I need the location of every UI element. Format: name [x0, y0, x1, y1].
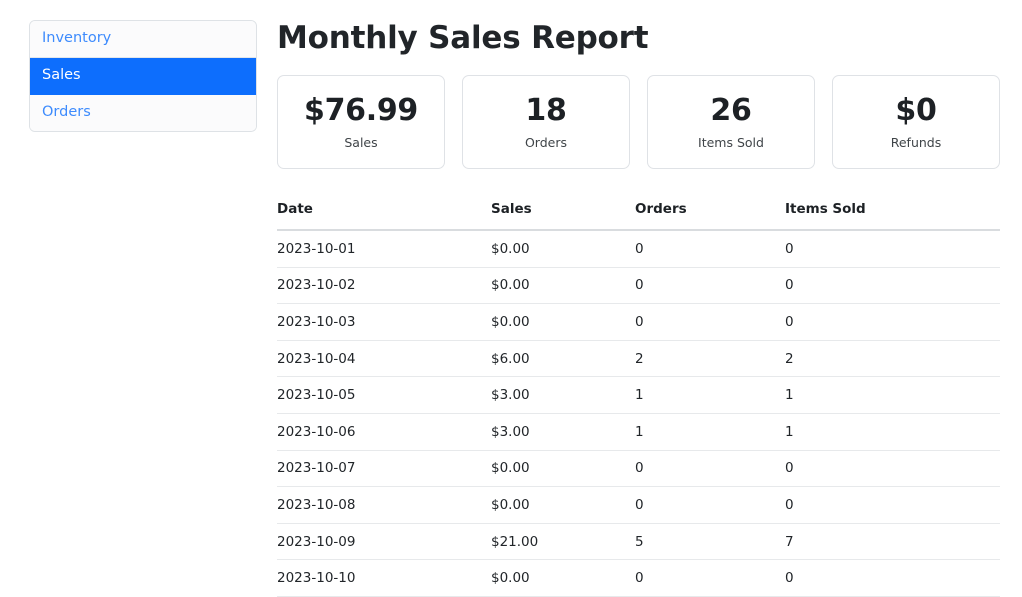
- table-cell: $3.00: [491, 377, 635, 414]
- table-cell: $0.00: [491, 267, 635, 304]
- table-cell: 0: [635, 560, 785, 597]
- table-row: 2023-10-07$0.0000: [277, 450, 1000, 487]
- table-row: 2023-10-02$0.0000: [277, 267, 1000, 304]
- table-cell: 0: [785, 304, 1000, 341]
- table-row: 2023-10-06$3.0011: [277, 413, 1000, 450]
- stat-card: $0 Refunds: [832, 75, 1000, 169]
- sales-table-section: DateSalesOrdersItems Sold 2023-10-01$0.0…: [277, 194, 1000, 597]
- table-cell: 0: [635, 304, 785, 341]
- stat-card: 26 Items Sold: [647, 75, 815, 169]
- table-row: 2023-10-04$6.0022: [277, 340, 1000, 377]
- sidebar-nav: InventorySalesOrders: [29, 20, 257, 132]
- table-cell: 1: [635, 413, 785, 450]
- table-cell: $0.00: [491, 304, 635, 341]
- table-cell: 2: [635, 340, 785, 377]
- stat-card-label: Sales: [344, 135, 377, 150]
- sidebar-list-group: InventorySalesOrders: [29, 20, 257, 132]
- table-cell: 0: [785, 450, 1000, 487]
- table-cell: 0: [635, 267, 785, 304]
- table-cell: $0.00: [491, 560, 635, 597]
- table-row: 2023-10-03$0.0000: [277, 304, 1000, 341]
- table-body: 2023-10-01$0.00002023-10-02$0.00002023-1…: [277, 230, 1000, 596]
- table-cell: 0: [635, 487, 785, 524]
- table-cell: 0: [635, 450, 785, 487]
- column-header: Date: [277, 194, 491, 230]
- stat-card: 18 Orders: [462, 75, 630, 169]
- table-cell: 2023-10-04: [277, 340, 491, 377]
- page-title: Monthly Sales Report: [277, 0, 1000, 58]
- table-cell: 2023-10-06: [277, 413, 491, 450]
- sales-dashboard-page: InventorySalesOrders Monthly Sales Repor…: [0, 0, 1022, 579]
- table-cell: $3.00: [491, 413, 635, 450]
- table-cell: 0: [785, 267, 1000, 304]
- table-cell: 0: [785, 230, 1000, 267]
- stat-card-label: Refunds: [891, 135, 942, 150]
- sidebar-item-orders[interactable]: Orders: [30, 95, 256, 131]
- column-header: Orders: [635, 194, 785, 230]
- stat-card-value: 18: [525, 94, 566, 128]
- table-cell: $6.00: [491, 340, 635, 377]
- column-header: Items Sold: [785, 194, 1000, 230]
- sidebar-item-sales[interactable]: Sales: [30, 58, 256, 95]
- table-cell: $0.00: [491, 487, 635, 524]
- table-row: 2023-10-09$21.0057: [277, 523, 1000, 560]
- table-cell: 7: [785, 523, 1000, 560]
- table-cell: 1: [785, 413, 1000, 450]
- table-cell: 1: [785, 377, 1000, 414]
- table-cell: 5: [635, 523, 785, 560]
- stat-cards: $76.99 Sales 18 Orders 26 Items Sold $0 Refunds: [277, 75, 1000, 169]
- table-cell: 2023-10-05: [277, 377, 491, 414]
- table-cell: 0: [635, 230, 785, 267]
- table-cell: 2: [785, 340, 1000, 377]
- stat-card-value: $76.99: [304, 94, 418, 128]
- stat-card-label: Orders: [525, 135, 567, 150]
- table-cell: 0: [785, 487, 1000, 524]
- stat-card-value: 26: [710, 94, 751, 128]
- stat-card: $76.99 Sales: [277, 75, 445, 169]
- stat-card-value: $0: [895, 94, 936, 128]
- table-cell: 2023-10-10: [277, 560, 491, 597]
- table-header-row: DateSalesOrdersItems Sold: [277, 194, 1000, 230]
- column-header: Sales: [491, 194, 635, 230]
- table-cell: 2023-10-08: [277, 487, 491, 524]
- table-cell: 2023-10-01: [277, 230, 491, 267]
- table-cell: 2023-10-02: [277, 267, 491, 304]
- table-cell: $0.00: [491, 230, 635, 267]
- table-cell: 2023-10-03: [277, 304, 491, 341]
- table-cell: 1: [635, 377, 785, 414]
- stat-card-label: Items Sold: [698, 135, 764, 150]
- table-cell: 0: [785, 560, 1000, 597]
- table-row: 2023-10-08$0.0000: [277, 487, 1000, 524]
- table-cell: $0.00: [491, 450, 635, 487]
- table-row: 2023-10-10$0.0000: [277, 560, 1000, 597]
- table-row: 2023-10-05$3.0011: [277, 377, 1000, 414]
- table-cell: $21.00: [491, 523, 635, 560]
- sales-table: DateSalesOrdersItems Sold 2023-10-01$0.0…: [277, 194, 1000, 597]
- table-cell: 2023-10-07: [277, 450, 491, 487]
- table-head: DateSalesOrdersItems Sold: [277, 194, 1000, 230]
- sidebar-item-inventory[interactable]: Inventory: [30, 21, 256, 58]
- table-row: 2023-10-01$0.0000: [277, 230, 1000, 267]
- main-content: Monthly Sales Report $76.99 Sales 18 Orders…: [277, 0, 1000, 597]
- table-cell: 2023-10-09: [277, 523, 491, 560]
